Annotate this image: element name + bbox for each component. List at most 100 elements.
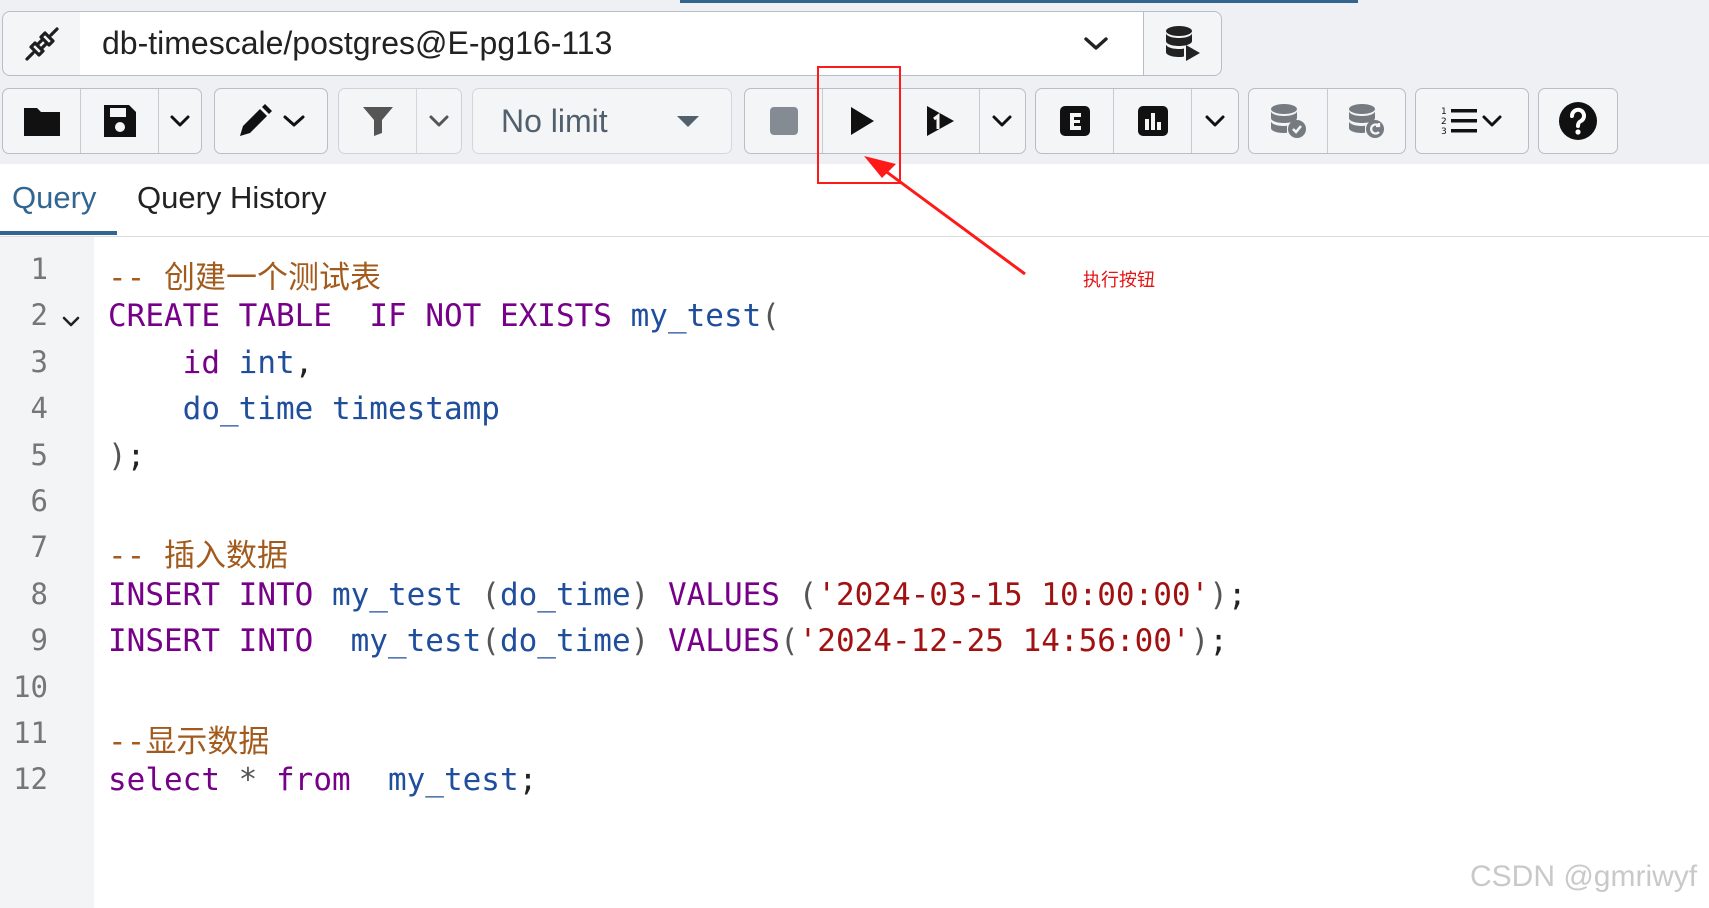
execute-script-button[interactable] bbox=[901, 89, 980, 153]
active-tab-indicator bbox=[0, 231, 117, 235]
code-token: my_test bbox=[387, 762, 519, 799]
code-token: id bbox=[182, 344, 220, 381]
code-token: my_test bbox=[630, 298, 762, 335]
line-number: 7 bbox=[30, 530, 48, 565]
code-line[interactable]: ); bbox=[108, 438, 145, 474]
line-number: 1 bbox=[30, 252, 48, 286]
new-connection-button[interactable] bbox=[1143, 11, 1222, 76]
code-line[interactable]: -- 创建一个测试表 bbox=[108, 252, 381, 297]
code-token: ) bbox=[630, 576, 650, 613]
pencil-icon bbox=[240, 104, 272, 136]
help-icon bbox=[1559, 102, 1597, 140]
active-panel-indicator bbox=[680, 0, 1358, 3]
line-number: 9 bbox=[30, 623, 48, 658]
code-token: my_test bbox=[331, 576, 463, 613]
code-line[interactable]: do_time timestamp bbox=[108, 391, 500, 427]
database-rollback-icon bbox=[1349, 104, 1385, 138]
code-token: INSERT bbox=[108, 623, 220, 660]
database-play-icon bbox=[1165, 25, 1200, 61]
code-token: ) bbox=[1209, 576, 1228, 613]
code-token: TABLE bbox=[238, 298, 332, 335]
rollback-button[interactable] bbox=[1328, 89, 1406, 153]
connection-value: db-timescale/postgres@E-pg16-113 bbox=[102, 25, 613, 61]
code-token: INTO bbox=[238, 576, 314, 613]
code-token: * bbox=[238, 762, 258, 799]
line-number: 4 bbox=[30, 391, 48, 426]
code-token: '2024-03-15 10:00:00' bbox=[817, 576, 1210, 613]
code-token: EXISTS bbox=[499, 298, 612, 335]
code-line[interactable]: INSERT INTO my_test(do_time) VALUES('202… bbox=[108, 623, 1228, 659]
explain-button[interactable] bbox=[1036, 89, 1115, 153]
save-file-button[interactable] bbox=[81, 89, 160, 153]
play-script-icon bbox=[926, 106, 954, 136]
filter-button[interactable] bbox=[339, 89, 418, 153]
code-token: ( bbox=[761, 298, 780, 335]
line-number: 5 bbox=[30, 437, 48, 472]
execute-highlight-box bbox=[817, 66, 901, 184]
stop-query-button[interactable] bbox=[745, 89, 824, 153]
explain-options-dropdown[interactable] bbox=[1192, 89, 1238, 153]
line-number: 8 bbox=[30, 576, 48, 611]
edit-group bbox=[214, 88, 328, 154]
code-token: CREATE bbox=[108, 298, 220, 335]
code-line[interactable]: select * from my_test; bbox=[108, 762, 537, 798]
code-line[interactable]: -- 插入数据 bbox=[108, 530, 288, 575]
code-line[interactable]: --显示数据 bbox=[108, 716, 269, 761]
code-token: --显示数据 bbox=[108, 724, 270, 760]
code-token: NOT bbox=[425, 298, 482, 335]
explain-icon bbox=[1059, 106, 1090, 136]
help-group bbox=[1538, 88, 1618, 154]
chevron-down-icon bbox=[1205, 115, 1225, 127]
floppy-disk-icon bbox=[103, 105, 136, 137]
plug-disconnected-icon bbox=[25, 26, 59, 61]
stop-icon bbox=[769, 107, 798, 135]
connection-select[interactable]: db-timescale/postgres@E-pg16-113 bbox=[80, 11, 1144, 76]
code-line[interactable]: INSERT INTO my_test (do_time) VALUES ('2… bbox=[108, 577, 1247, 613]
execute-options-dropdown[interactable] bbox=[980, 89, 1025, 153]
code-line[interactable]: CREATE TABLE IF NOT EXISTS my_test( bbox=[108, 298, 780, 334]
line-number: 11 bbox=[13, 716, 48, 750]
code-token: ) bbox=[108, 437, 127, 474]
format-options-button[interactable]: 123 bbox=[1416, 89, 1528, 153]
annotation-label: 执行按钮 bbox=[1083, 270, 1155, 291]
tab-query-history[interactable]: Query History bbox=[137, 180, 326, 216]
help-button[interactable] bbox=[1539, 89, 1617, 153]
edit-options-button[interactable] bbox=[215, 89, 327, 153]
code-token: ; bbox=[1227, 576, 1247, 613]
code-token: ; bbox=[1209, 623, 1228, 660]
row-limit-select[interactable]: No limit bbox=[472, 88, 732, 154]
code-token: ( bbox=[779, 623, 799, 660]
open-file-button[interactable] bbox=[3, 89, 82, 153]
tab-query[interactable]: Query bbox=[12, 180, 96, 216]
code-token: do_time bbox=[182, 391, 314, 428]
explain-analyze-button[interactable] bbox=[1114, 89, 1193, 153]
line-number: 2 bbox=[30, 298, 48, 333]
commit-button[interactable] bbox=[1249, 89, 1328, 153]
chevron-down-icon bbox=[170, 115, 190, 127]
svg-text:1: 1 bbox=[1441, 107, 1447, 117]
code-token: VALUES bbox=[667, 623, 780, 660]
fold-chevron-icon[interactable] bbox=[61, 315, 81, 329]
code-token: do_time bbox=[499, 576, 631, 613]
connection-status-button[interactable] bbox=[2, 11, 82, 76]
chevron-down-icon bbox=[429, 115, 449, 127]
svg-text:2: 2 bbox=[1441, 117, 1447, 127]
code-token: IF bbox=[369, 298, 407, 335]
line-number: 3 bbox=[30, 344, 48, 379]
code-line[interactable]: id int, bbox=[108, 344, 314, 381]
code-token: ) bbox=[630, 623, 650, 660]
filter-options-dropdown[interactable] bbox=[417, 89, 461, 153]
numbered-list-icon: 123 bbox=[1441, 107, 1477, 137]
chevron-down-icon bbox=[1482, 115, 1502, 127]
save-options-dropdown[interactable] bbox=[159, 89, 201, 153]
code-token: ; bbox=[126, 437, 146, 474]
